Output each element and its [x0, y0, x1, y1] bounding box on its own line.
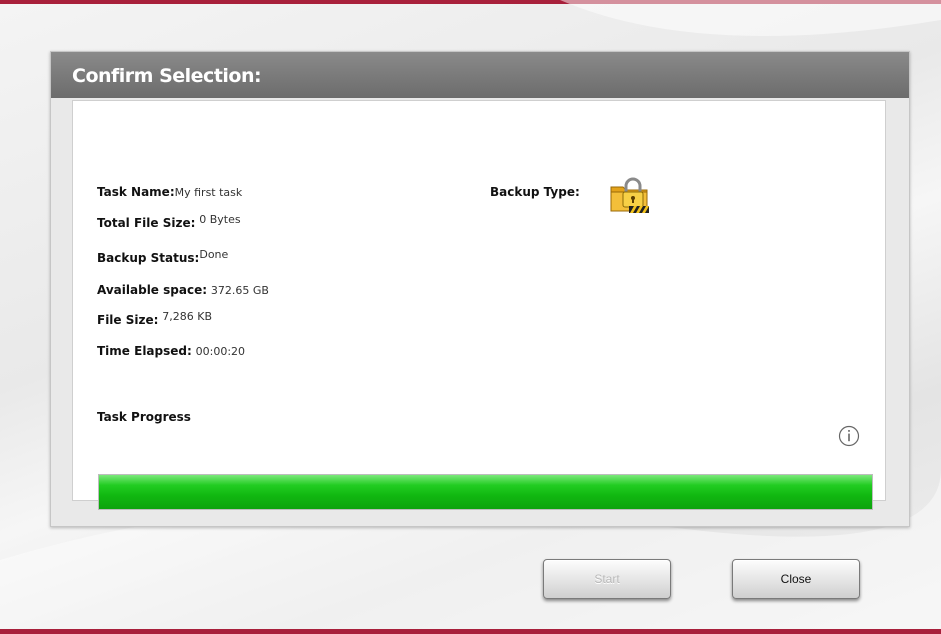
time-elapsed-label: Time Elapsed:	[97, 344, 192, 358]
task-progress-fill	[99, 475, 872, 509]
time-elapsed-row: Time Elapsed: 00:00:20	[97, 344, 245, 358]
task-progress-bar	[98, 474, 873, 510]
backup-status-label: Backup Status:	[97, 251, 200, 265]
time-elapsed-value: 00:00:20	[195, 345, 246, 358]
backup-status-value: Done	[199, 248, 229, 261]
confirm-selection-panel: Confirm Selection: Task Name:My first ta…	[50, 51, 910, 527]
backup-type-label: Backup Type:	[490, 185, 580, 199]
file-size-row: File Size: 7,286 KB	[97, 310, 212, 327]
available-space-value: 372.65 GB	[210, 284, 269, 297]
task-name-row: Task Name:My first task	[97, 185, 242, 199]
file-size-value: 7,286 KB	[162, 310, 212, 323]
details-content: Task Name:My first task Total File Size:…	[72, 100, 886, 510]
file-size-label: File Size:	[97, 313, 159, 327]
available-space-label: Available space:	[97, 283, 208, 297]
total-file-size-row: Total File Size: 0 Bytes	[97, 213, 241, 230]
top-accent-bar	[0, 0, 941, 4]
task-name-label: Task Name:	[97, 185, 175, 199]
panel-header: Confirm Selection:	[51, 52, 909, 98]
close-button[interactable]: Close	[732, 559, 860, 599]
start-button[interactable]: Start	[543, 559, 671, 599]
task-progress-label: Task Progress	[97, 410, 191, 424]
available-space-row: Available space: 372.65 GB	[97, 283, 269, 297]
backup-status-row: Backup Status:Done	[97, 248, 229, 265]
bottom-accent-bar	[0, 629, 941, 634]
task-name-value: My first task	[174, 186, 243, 199]
total-file-size-label: Total File Size:	[97, 216, 196, 230]
encrypted-backup-lock-icon	[610, 177, 649, 213]
info-icon[interactable]	[838, 425, 860, 447]
panel-title: Confirm Selection:	[72, 65, 262, 87]
total-file-size-value: 0 Bytes	[199, 213, 241, 226]
